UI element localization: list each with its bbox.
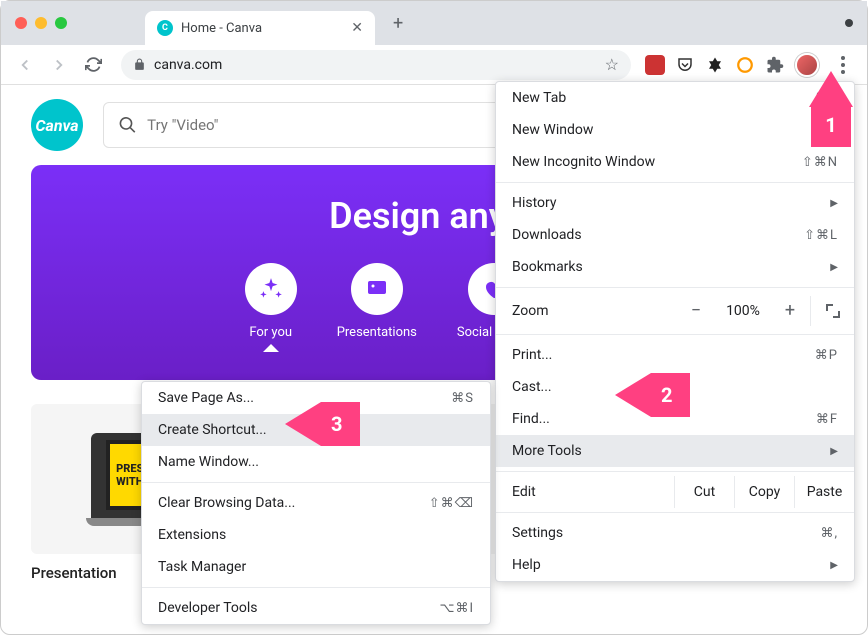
window-titlebar: C Home - Canva ✕ + [1, 1, 867, 45]
zoom-out-button[interactable]: − [676, 296, 716, 326]
maximize-window-button[interactable] [55, 17, 67, 29]
chevron-right-icon: ▶ [830, 198, 838, 209]
chrome-main-menu: New Tab ⌘T New Window ⌘N New Incognito W… [495, 81, 855, 582]
menu-zoom-row: Zoom − 100% + [496, 292, 854, 330]
edit-paste-button[interactable]: Paste [794, 476, 854, 508]
menu-label: Bookmarks [512, 259, 583, 275]
menu-label: Cast... [512, 379, 552, 395]
menu-label: Create Shortcut... [158, 422, 267, 438]
menu-shortcut: ⇧⌘N [802, 155, 838, 170]
menu-label: Help [512, 557, 541, 573]
reload-button[interactable] [79, 51, 107, 79]
callout-number: 3 [321, 402, 360, 446]
menu-label: New Tab [512, 90, 566, 106]
menu-shortcut: ⇧⌘⌫ [429, 496, 474, 511]
callout-1: 1 [809, 71, 853, 147]
menu-history[interactable]: History ▶ [496, 187, 854, 219]
category-for-you[interactable]: For you [245, 263, 297, 340]
canva-logo[interactable]: Canva [31, 99, 83, 151]
presentation-icon [351, 263, 403, 315]
menu-settings[interactable]: Settings ⌘, [496, 517, 854, 549]
sparkle-icon [245, 263, 297, 315]
extensions-puzzle-icon[interactable] [765, 55, 785, 75]
menu-label: New Incognito Window [512, 154, 655, 170]
chevron-right-icon: ▶ [830, 262, 838, 273]
callout-number: 1 [811, 107, 850, 147]
menu-label: Task Manager [158, 559, 246, 575]
menu-shortcut: ⌘S [451, 391, 474, 406]
menu-edit-row: Edit Cut Copy Paste [496, 476, 854, 508]
traffic-lights [15, 17, 67, 29]
chevron-right-icon: ▶ [830, 560, 838, 571]
callout-2: 2 [615, 373, 690, 417]
menu-label: New Window [512, 122, 593, 138]
menu-label: Zoom [512, 303, 676, 319]
submenu-developer-tools[interactable]: Developer Tools ⌥⌘I [142, 592, 490, 624]
zoom-value: 100% [716, 303, 770, 319]
submenu-extensions[interactable]: Extensions [142, 519, 490, 551]
menu-label: Extensions [158, 527, 226, 543]
edit-copy-button[interactable]: Copy [734, 476, 794, 508]
menu-label: Settings [512, 525, 563, 541]
menu-label: Downloads [512, 227, 582, 243]
menu-label: Print... [512, 347, 552, 363]
address-bar[interactable]: canva.com ☆ [121, 50, 631, 80]
menu-shortcut: ⇧⌘L [804, 228, 838, 243]
menu-shortcut: ⌥⌘I [439, 601, 474, 616]
menu-label: Developer Tools [158, 600, 258, 616]
url-text: canva.com [154, 57, 222, 73]
edit-cut-button[interactable]: Cut [674, 476, 734, 508]
menu-shortcut: ⌘P [815, 348, 838, 363]
extension-icon[interactable] [735, 55, 755, 75]
submenu-name-window[interactable]: Name Window... [142, 446, 490, 478]
menu-downloads[interactable]: Downloads ⇧⌘L [496, 219, 854, 251]
extension-icon[interactable] [645, 55, 665, 75]
menu-shortcut: ⌘F [816, 412, 838, 427]
menu-more-tools[interactable]: More Tools ▶ [496, 435, 854, 467]
fullscreen-button[interactable] [810, 296, 854, 326]
close-window-button[interactable] [15, 17, 27, 29]
menu-print[interactable]: Print... ⌘P [496, 339, 854, 371]
menu-label: Name Window... [158, 454, 259, 470]
category-presentations[interactable]: Presentations [337, 263, 417, 340]
menu-new-incognito[interactable]: New Incognito Window ⇧⌘N [496, 146, 854, 178]
bookmark-star-icon[interactable]: ☆ [605, 55, 619, 74]
menu-shortcut: ⌘, [820, 526, 838, 541]
menu-label: More Tools [512, 443, 582, 459]
account-indicator[interactable] [845, 19, 853, 27]
menu-label: Clear Browsing Data... [158, 495, 295, 511]
menu-label: History [512, 195, 557, 211]
new-tab-button[interactable]: + [393, 13, 403, 34]
search-icon [118, 115, 137, 135]
submenu-task-manager[interactable]: Task Manager [142, 551, 490, 583]
zoom-in-button[interactable]: + [770, 296, 810, 326]
category-label: Presentations [337, 325, 417, 340]
tab-close-icon[interactable]: ✕ [351, 20, 363, 36]
callout-number: 2 [651, 373, 690, 417]
menu-label: Save Page As... [158, 390, 254, 406]
browser-tab[interactable]: C Home - Canva ✕ [145, 11, 375, 45]
chevron-right-icon: ▶ [830, 446, 838, 457]
lock-icon [133, 58, 146, 71]
browser-toolbar: canva.com ☆ [1, 45, 867, 85]
tab-favicon: C [157, 20, 173, 36]
pocket-extension-icon[interactable] [675, 55, 695, 75]
menu-bookmarks[interactable]: Bookmarks ▶ [496, 251, 854, 283]
category-label: For you [249, 325, 292, 340]
back-button[interactable] [11, 51, 39, 79]
submenu-clear-browsing-data[interactable]: Clear Browsing Data... ⇧⌘⌫ [142, 487, 490, 519]
menu-label: Edit [496, 476, 674, 508]
callout-3: 3 [285, 402, 360, 446]
tab-title: Home - Canva [181, 21, 343, 36]
menu-new-window[interactable]: New Window ⌘N [496, 114, 854, 146]
extension-icon[interactable] [705, 55, 725, 75]
menu-label: Find... [512, 411, 550, 427]
forward-button[interactable] [45, 51, 73, 79]
fullscreen-icon [826, 304, 840, 318]
menu-help[interactable]: Help ▶ [496, 549, 854, 581]
minimize-window-button[interactable] [35, 17, 47, 29]
menu-new-tab[interactable]: New Tab ⌘T [496, 82, 854, 114]
